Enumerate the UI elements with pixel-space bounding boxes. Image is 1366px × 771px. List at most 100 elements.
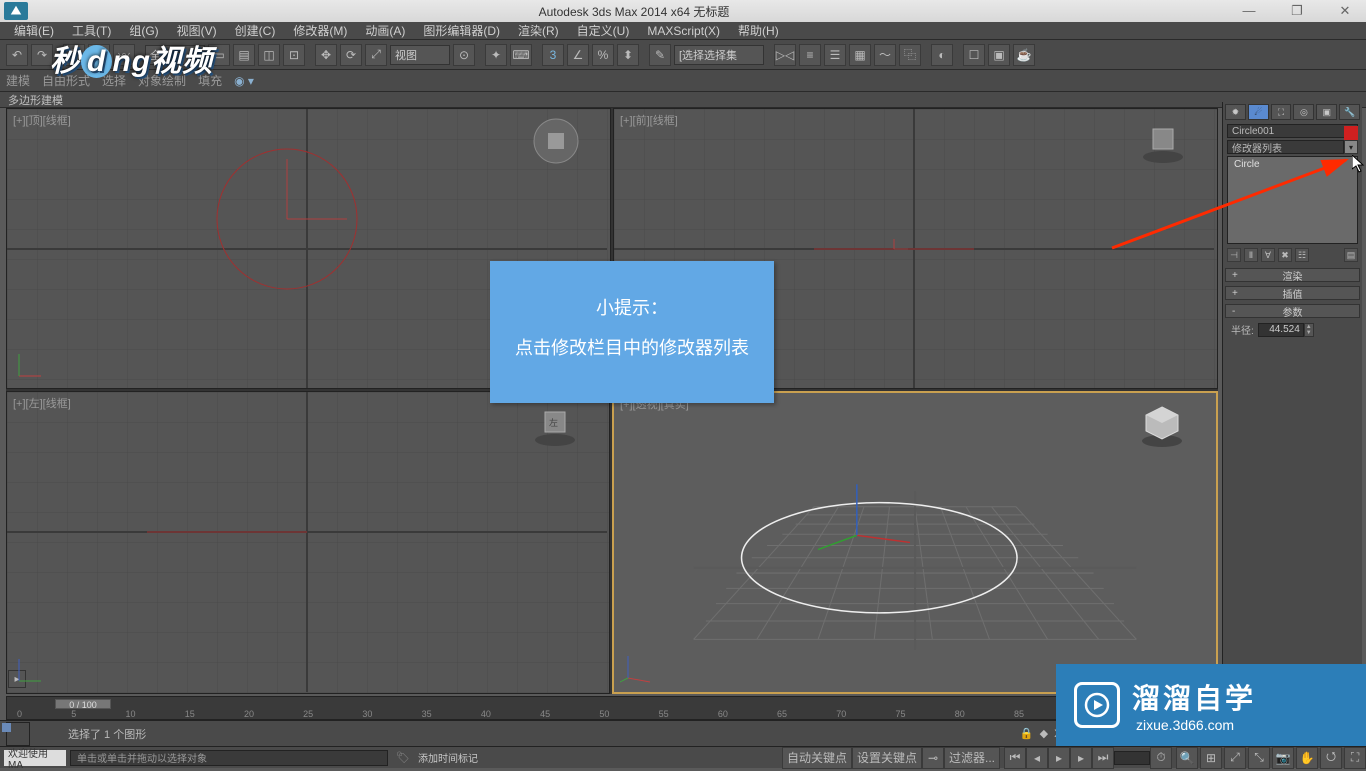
modifier-stack-item[interactable]: Circle — [1234, 159, 1351, 170]
ribbon-modeling[interactable]: 建模 — [6, 72, 30, 89]
pivot-button[interactable]: ⊙ — [453, 44, 475, 66]
undo-button[interactable]: ↶ — [6, 44, 28, 66]
nav-zoom-button[interactable]: 🔍 — [1176, 747, 1198, 769]
render-setup-button[interactable]: ☐ — [963, 44, 985, 66]
rotate-button[interactable]: ⟳ — [340, 44, 362, 66]
set-key-button[interactable]: 设置关键点 — [852, 747, 922, 769]
render-button[interactable]: ☕ — [1013, 44, 1035, 66]
cmdtab-create[interactable]: ✹ — [1225, 104, 1246, 120]
timeline[interactable]: 0 / 100 0510 152025 303540 455055 606570… — [6, 696, 1218, 720]
add-time-tag-label[interactable]: 添加时间标记 — [418, 750, 478, 765]
goto-start-button[interactable]: ⏮ — [1004, 747, 1026, 769]
close-button[interactable]: ✕ — [1328, 3, 1362, 19]
viewcube-front[interactable] — [1139, 117, 1187, 165]
cmdtab-display[interactable]: ▣ — [1316, 104, 1337, 120]
layers-button[interactable]: ☰ — [824, 44, 846, 66]
viewport-top-label[interactable]: [+][顶][线框] — [13, 112, 71, 128]
auto-key-button[interactable]: 自动关键点 — [782, 747, 852, 769]
nav-zoom-extents-all-button[interactable]: ⤡ — [1248, 747, 1270, 769]
move-button[interactable]: ✥ — [315, 44, 337, 66]
angle-snap-button[interactable]: ∠ — [567, 44, 589, 66]
viewport-layout-button[interactable] — [6, 722, 30, 746]
viewport-front-label[interactable]: [+][前][线框] — [620, 112, 678, 128]
maximize-button[interactable]: ❐ — [1280, 3, 1314, 19]
rollout-render[interactable]: +渲染 — [1225, 268, 1360, 282]
menu-maxscript[interactable]: MAXScript(X) — [639, 23, 728, 39]
scale-button[interactable]: ⤢ — [365, 44, 387, 66]
keyboard-shortcut-button[interactable]: ⌨ — [510, 44, 532, 66]
configure-sets-button[interactable]: ☷ — [1295, 248, 1309, 262]
key-mode-button[interactable]: ⊸ — [922, 747, 944, 769]
menu-render[interactable]: 渲染(R) — [510, 21, 567, 40]
ribbon-dropdown-icon[interactable]: ◉ ▾ — [234, 74, 254, 88]
nav-maximize-button[interactable]: ⛶ — [1344, 747, 1366, 769]
graphite-button[interactable]: ▦ — [849, 44, 871, 66]
modifier-list-dropdown-button[interactable]: ▾ — [1344, 140, 1358, 154]
snap-toggle-button[interactable]: 3 — [542, 44, 564, 66]
manipulate-button[interactable]: ✦ — [485, 44, 507, 66]
nav-zoomall-button[interactable]: ⊞ — [1200, 747, 1222, 769]
nav-orbit-button[interactable]: ⭯ — [1320, 747, 1342, 769]
select-name-button[interactable]: ▤ — [233, 44, 255, 66]
modifier-stack[interactable]: Circle — [1227, 156, 1358, 244]
minimize-button[interactable]: — — [1232, 3, 1266, 19]
next-frame-button[interactable]: ▸ — [1070, 747, 1092, 769]
cmdtab-hierarchy[interactable]: ⛶ — [1271, 104, 1292, 120]
modifier-list-dropdown[interactable]: 修改器列表 — [1227, 140, 1344, 154]
material-editor-button[interactable]: ◐ — [931, 44, 953, 66]
cmdtab-motion[interactable]: ◎ — [1293, 104, 1314, 120]
viewport-left[interactable]: [+][左][线框] 左 — [6, 391, 610, 694]
percent-snap-button[interactable]: % — [592, 44, 614, 66]
current-frame-input[interactable] — [1114, 751, 1150, 765]
nav-fov-button[interactable]: 📷 — [1272, 747, 1294, 769]
radius-spinner[interactable]: ▲▼ — [1258, 323, 1314, 337]
menu-create[interactable]: 创建(C) — [227, 21, 284, 40]
menu-anim[interactable]: 动画(A) — [357, 21, 413, 40]
prev-frame-button[interactable]: ◂ — [1026, 747, 1048, 769]
menu-modifier[interactable]: 修改器(M) — [285, 21, 355, 40]
radius-input[interactable] — [1258, 323, 1304, 337]
menu-graphed[interactable]: 图形编辑器(D) — [415, 21, 508, 40]
time-config-button[interactable]: ⏱ — [1150, 747, 1172, 769]
remove-modifier-button[interactable]: ✖ — [1278, 248, 1292, 262]
object-name-field[interactable]: Circle001 — [1227, 124, 1358, 138]
time-slider[interactable]: 0 / 100 — [55, 699, 111, 709]
play-anim-button[interactable]: ▸ — [1048, 747, 1070, 769]
stack-options-button[interactable]: ▤ — [1344, 248, 1358, 262]
rollout-params[interactable]: -参数 — [1225, 304, 1360, 318]
isolate-icon[interactable]: ◆ — [1040, 727, 1048, 740]
render-frame-button[interactable]: ▣ — [988, 44, 1010, 66]
key-filters-button[interactable]: 过滤器... — [944, 747, 1000, 769]
edit-named-sel-button[interactable]: ✎ — [649, 44, 671, 66]
object-color-swatch[interactable] — [1344, 126, 1358, 140]
lock-selection-icon[interactable]: 🔒 — [1020, 727, 1034, 740]
pin-stack-button[interactable]: ⊣ — [1227, 248, 1241, 262]
viewcube-top[interactable] — [532, 117, 580, 165]
schematic-button[interactable]: ⿻ — [899, 44, 921, 66]
viewcube-left[interactable]: 左 — [531, 400, 579, 448]
watermark-text: 溜溜自学 — [1132, 677, 1256, 717]
curve-editor-button[interactable]: 〜 — [874, 44, 896, 66]
maxscript-mini-listener[interactable]: 欢迎使用 MA — [4, 750, 66, 766]
make-unique-button[interactable]: ∀ — [1261, 248, 1275, 262]
window-crossing-button[interactable]: ⊡ — [283, 44, 305, 66]
viewcube-persp[interactable] — [1138, 401, 1186, 449]
refcoord-dropdown[interactable]: 视图 — [390, 45, 450, 65]
viewport-left-label[interactable]: [+][左][线框] — [13, 395, 71, 411]
goto-end-button[interactable]: ⏭ — [1092, 747, 1114, 769]
viewport-perspective[interactable]: [+][透视][真实] — [612, 391, 1218, 694]
select-rect-button[interactable]: ◫ — [258, 44, 280, 66]
cmdtab-modify[interactable]: ☄ — [1248, 104, 1269, 120]
mirror-button[interactable]: ▷◁ — [774, 44, 796, 66]
menu-help[interactable]: 帮助(H) — [730, 21, 787, 40]
spinner-snap-button[interactable]: ⬍ — [617, 44, 639, 66]
rollout-interp[interactable]: +插值 — [1225, 286, 1360, 300]
show-end-result-button[interactable]: Ⅱ — [1244, 248, 1258, 262]
nav-pan-button[interactable]: ✋ — [1296, 747, 1318, 769]
cmdtab-utilities[interactable]: 🔧 — [1339, 104, 1360, 120]
add-time-tag-icon[interactable]: 🏷 — [396, 751, 410, 764]
named-selection-dropdown[interactable]: [选择选择集 — [674, 45, 764, 65]
align-button[interactable]: ≡ — [799, 44, 821, 66]
nav-zoom-extents-button[interactable]: ⤢ — [1224, 747, 1246, 769]
menu-custom[interactable]: 自定义(U) — [569, 21, 638, 40]
